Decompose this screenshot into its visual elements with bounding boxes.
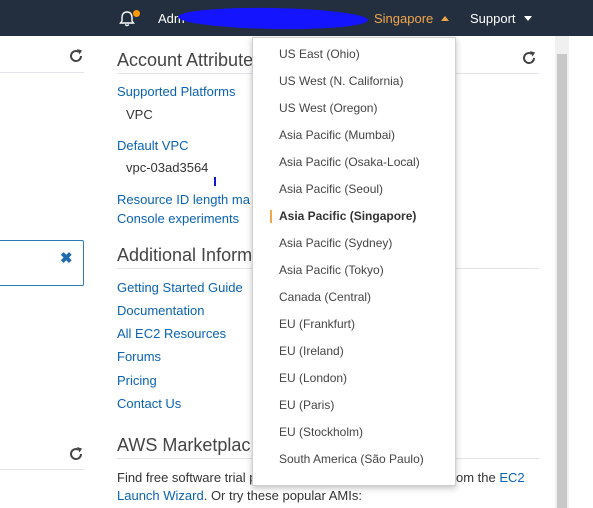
close-icon[interactable]: ✖ bbox=[60, 249, 73, 267]
text-cursor bbox=[214, 177, 216, 186]
region-option-eu-frankfurt[interactable]: EU (Frankfurt) bbox=[253, 311, 455, 338]
marketplace-text-rest: . Or try these popular AMIs: bbox=[203, 488, 362, 503]
aws-marketplace-title: AWS Marketplac bbox=[117, 435, 251, 455]
region-option-asia-pacific-mumbai[interactable]: Asia Pacific (Mumbai) bbox=[253, 122, 455, 149]
region-option-asia-pacific-sydney[interactable]: Asia Pacific (Sydney) bbox=[253, 230, 455, 257]
marketplace-text-start: Find free software trial p bbox=[117, 470, 257, 485]
getting-started-guide-link[interactable]: Getting Started Guide bbox=[117, 280, 243, 295]
default-vpc-value: vpc-03ad3564 bbox=[126, 160, 209, 175]
marketplace-text-mid: om the bbox=[456, 470, 500, 485]
contact-us-link[interactable]: Contact Us bbox=[117, 396, 181, 411]
support-label: Support bbox=[470, 11, 516, 26]
support-menu-button[interactable]: Support bbox=[470, 11, 532, 26]
region-label: Singapore bbox=[374, 11, 434, 26]
default-vpc-link[interactable]: Default VPC bbox=[117, 138, 189, 153]
region-option-canada-central[interactable]: Canada (Central) bbox=[253, 284, 455, 311]
region-option-asia-pacific-tokyo[interactable]: Asia Pacific (Tokyo) bbox=[253, 257, 455, 284]
region-option-us-west-n-california[interactable]: US West (N. California) bbox=[253, 68, 455, 95]
region-option-asia-pacific-osaka-local[interactable]: Asia Pacific (Osaka-Local) bbox=[253, 149, 455, 176]
additional-information-title: Additional Inform bbox=[117, 245, 253, 265]
all-ec2-resources-link[interactable]: All EC2 Resources bbox=[117, 326, 226, 341]
caret-down-icon bbox=[523, 16, 532, 21]
left-panel-divider bbox=[0, 469, 84, 470]
region-option-asia-pacific-singapore[interactable]: Asia Pacific (Singapore) bbox=[253, 203, 455, 230]
resource-id-length-link[interactable]: Resource ID length ma bbox=[117, 192, 250, 207]
top-navigation-bar: Adm Singapore Support bbox=[0, 0, 593, 36]
refresh-icon[interactable] bbox=[67, 47, 85, 65]
marketplace-description-line1-end: om the EC2 bbox=[456, 470, 525, 485]
redaction-scribble bbox=[177, 6, 369, 31]
refresh-icon[interactable] bbox=[520, 49, 538, 67]
console-experiments-link[interactable]: Console experiments bbox=[117, 211, 239, 226]
region-option-eu-london[interactable]: EU (London) bbox=[253, 365, 455, 392]
region-option-eu-stockholm[interactable]: EU (Stockholm) bbox=[253, 419, 455, 446]
account-attributes-title: Account Attribute bbox=[117, 50, 254, 70]
caret-up-icon bbox=[441, 16, 450, 21]
marketplace-description-line2: Launch Wizard. Or try these popular AMIs… bbox=[117, 488, 362, 503]
region-option-eu-ireland[interactable]: EU (Ireland) bbox=[253, 338, 455, 365]
notification-dot bbox=[133, 10, 140, 17]
region-option-eu-paris[interactable]: EU (Paris) bbox=[253, 392, 455, 419]
left-panel-divider bbox=[0, 72, 84, 73]
marketplace-description-line1: Find free software trial p bbox=[117, 470, 256, 485]
refresh-icon[interactable] bbox=[67, 445, 85, 463]
documentation-link[interactable]: Documentation bbox=[117, 303, 204, 318]
supported-platforms-link[interactable]: Supported Platforms bbox=[117, 84, 236, 99]
region-option-us-west-oregon[interactable]: US West (Oregon) bbox=[253, 95, 455, 122]
ec2-link[interactable]: EC2 bbox=[499, 470, 524, 485]
pricing-link[interactable]: Pricing bbox=[117, 373, 157, 388]
region-option-us-east-ohio[interactable]: US East (Ohio) bbox=[253, 41, 455, 68]
region-option-south-america-sao-paulo[interactable]: South America (São Paulo) bbox=[253, 446, 455, 473]
region-dropdown-menu: US East (Ohio) US West (N. California) U… bbox=[252, 37, 456, 486]
region-menu-button[interactable]: Singapore bbox=[374, 11, 450, 26]
scrollbar-thumb[interactable] bbox=[557, 54, 567, 508]
forums-link[interactable]: Forums bbox=[117, 349, 161, 364]
region-option-asia-pacific-seoul[interactable]: Asia Pacific (Seoul) bbox=[253, 176, 455, 203]
alert-box: ✖ bbox=[0, 240, 84, 286]
launch-wizard-link[interactable]: Launch Wizard bbox=[117, 488, 204, 503]
supported-platforms-value: VPC bbox=[126, 107, 153, 122]
